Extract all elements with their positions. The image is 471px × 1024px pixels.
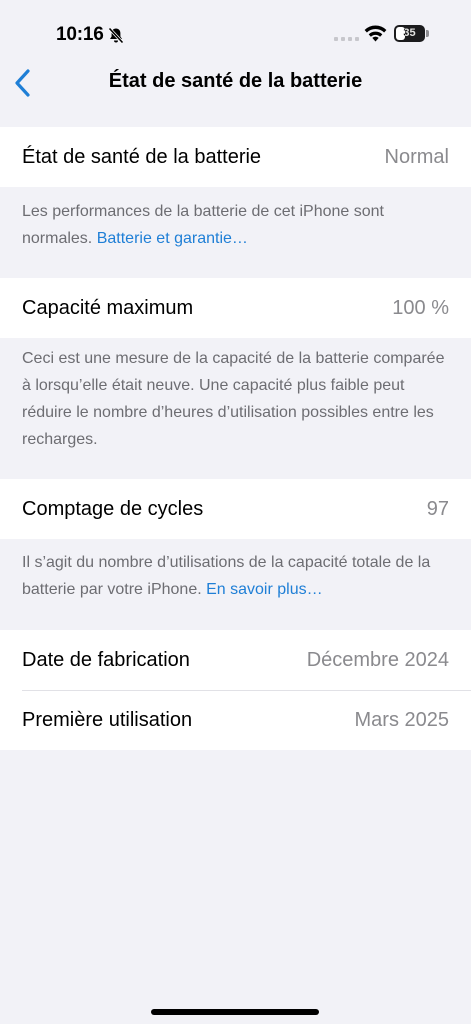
- battery-health-note: Les performances de la batterie de cet i…: [22, 198, 452, 252]
- first-use-label: Première utilisation: [22, 709, 193, 731]
- max-capacity-note: Ceci est une mesure de la capacité de la…: [22, 350, 445, 448]
- battery-health-row: État de santé de la batterie Normal: [0, 127, 471, 187]
- battery-icon: 35: [394, 25, 430, 42]
- bell-slash-icon: [108, 27, 124, 44]
- wifi-icon: [364, 25, 387, 42]
- max-capacity-label: Capacité maximum: [22, 297, 194, 319]
- cycle-count-row: Comptage de cycles 97: [0, 479, 471, 539]
- battery-health-label: État de santé de la batterie: [22, 146, 262, 168]
- health-group: État de santé de la batterie Normal: [0, 127, 471, 187]
- manufacture-date-row: Date de fabrication Décembre 2024: [0, 630, 471, 690]
- page-title: État de santé de la batterie: [108, 70, 363, 92]
- status-time: 10:16: [56, 24, 104, 45]
- learn-more-link[interactable]: En savoir plus…: [206, 581, 323, 598]
- cellular-signal-icon: [334, 37, 359, 41]
- max-capacity-row: Capacité maximum 100 %: [0, 278, 471, 338]
- first-use-row: Première utilisation Mars 2025: [0, 690, 471, 750]
- manufacture-date-value: Décembre 2024: [306, 649, 449, 671]
- battery-cap: [426, 30, 429, 37]
- battery-level: 35: [403, 27, 416, 39]
- manufacture-date-label: Date de fabrication: [22, 649, 190, 671]
- battery-health-value: Normal: [384, 146, 449, 168]
- cycle-count-value: 97: [426, 498, 449, 520]
- cycle-count-note: Il s’agit du nombre d’utilisations de la…: [22, 549, 452, 603]
- max-capacity-value: 100 %: [392, 297, 449, 319]
- capacity-group: Capacité maximum 100 %: [0, 278, 471, 338]
- navigation-bar: État de santé de la batterie: [0, 60, 471, 108]
- dates-group: Date de fabrication Décembre 2024 Premiè…: [0, 630, 471, 750]
- cycles-group: Comptage de cycles 97: [0, 479, 471, 539]
- first-use-value: Mars 2025: [354, 709, 450, 731]
- cycle-count-label: Comptage de cycles: [22, 498, 204, 520]
- home-indicator[interactable]: [151, 1009, 319, 1015]
- battery-warranty-link[interactable]: Batterie et garantie…: [97, 230, 248, 247]
